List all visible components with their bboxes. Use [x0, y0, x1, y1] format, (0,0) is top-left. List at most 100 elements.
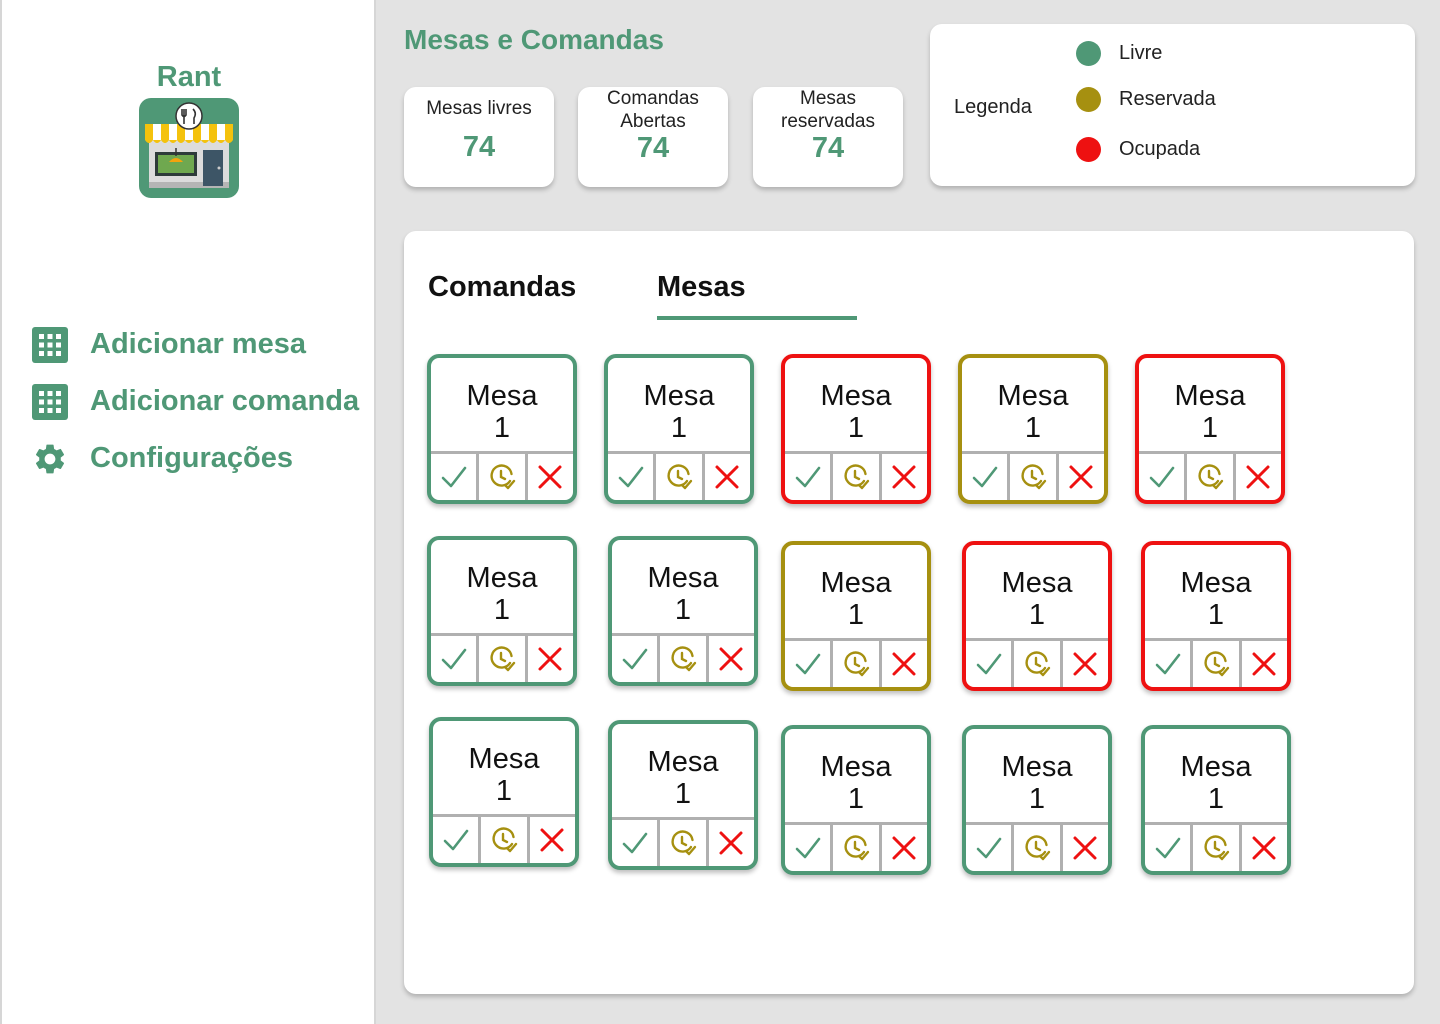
- mesa-actions: [785, 451, 927, 500]
- stat-label: Mesas: [800, 88, 856, 109]
- legend-label: Livre: [1119, 42, 1163, 64]
- mesa-livre-button[interactable]: [431, 454, 480, 500]
- mesa-card[interactable]: Mesa 1: [1141, 725, 1291, 875]
- mesa-ocupar-button[interactable]: [1059, 454, 1104, 500]
- mesa-ocupar-button[interactable]: [1063, 825, 1108, 871]
- mesa-card[interactable]: Mesa 1: [781, 354, 931, 504]
- mesa-livre-button[interactable]: [1139, 454, 1188, 500]
- mesa-ocupar-button[interactable]: [709, 636, 754, 682]
- mesa-ocupar-button[interactable]: [528, 636, 573, 682]
- mesa-card[interactable]: Mesa 1: [427, 536, 577, 686]
- mesa-livre-button[interactable]: [785, 641, 834, 687]
- tab-comandas[interactable]: Comandas: [428, 271, 576, 304]
- clock-icon: [842, 463, 870, 491]
- close-icon: [1072, 651, 1098, 677]
- mesa-actions: [785, 822, 927, 871]
- grid-icon: [32, 383, 68, 420]
- mesa-actions: [785, 638, 927, 687]
- mesa-reservar-button[interactable]: [660, 636, 709, 682]
- mesa-reservar-button[interactable]: [1010, 454, 1059, 500]
- grid-icon: [32, 326, 68, 363]
- mesa-ocupar-button[interactable]: [1236, 454, 1281, 500]
- mesa-ocupar-button[interactable]: [882, 641, 927, 687]
- sidebar-nav: Adicionar mesa Adicionar comanda Configu…: [32, 316, 359, 487]
- mesa-card[interactable]: Mesa 1: [962, 725, 1112, 875]
- mesa-reservar-button[interactable]: [833, 454, 882, 500]
- brand-name: Rant: [156, 61, 222, 93]
- mesa-label: Mesa: [466, 562, 538, 594]
- mesa-actions: [612, 633, 754, 682]
- check-icon: [971, 464, 999, 490]
- mesa-reservar-button[interactable]: [481, 817, 530, 863]
- tab-mesas[interactable]: Mesas: [657, 271, 746, 304]
- mesa-card[interactable]: Mesa 1: [962, 541, 1112, 691]
- mesa-reservar-button[interactable]: [660, 820, 709, 866]
- mesa-ocupar-button[interactable]: [1242, 825, 1287, 871]
- stat-value: 74: [636, 132, 670, 164]
- mesa-card[interactable]: Mesa 1: [781, 541, 931, 691]
- mesa-card[interactable]: Mesa 1: [1141, 541, 1291, 691]
- mesa-ocupar-button[interactable]: [709, 820, 754, 866]
- legend-label: Reservada: [1119, 88, 1216, 110]
- mesa-livre-button[interactable]: [966, 641, 1015, 687]
- mesa-name: Mesa 1: [431, 540, 573, 626]
- sidebar-item-adicionar-mesa[interactable]: Adicionar mesa: [32, 316, 359, 373]
- clock-icon: [488, 463, 516, 491]
- mesa-number: 1: [670, 412, 688, 444]
- mesa-reservar-button[interactable]: [479, 636, 528, 682]
- check-icon: [621, 646, 649, 672]
- mesa-livre-button[interactable]: [608, 454, 657, 500]
- gear-icon: [32, 441, 68, 477]
- mesa-reservar-button[interactable]: [833, 825, 882, 871]
- mesa-card[interactable]: Mesa 1: [1135, 354, 1285, 504]
- mesa-ocupar-button[interactable]: [882, 825, 927, 871]
- mesa-reservar-button[interactable]: [1187, 454, 1236, 500]
- clock-icon: [1019, 463, 1047, 491]
- stat-card-mesas-reservadas: Mesas reservadas 74: [753, 87, 903, 187]
- mesa-livre-button[interactable]: [431, 636, 480, 682]
- mesa-number: 1: [1024, 412, 1042, 444]
- sidebar-item-configuracoes[interactable]: Configurações: [32, 430, 359, 487]
- mesa-livre-button[interactable]: [433, 817, 482, 863]
- mesa-reservar-button[interactable]: [1193, 641, 1242, 687]
- mesa-livre-button[interactable]: [612, 820, 661, 866]
- mesa-ocupar-button[interactable]: [1063, 641, 1108, 687]
- clock-icon: [842, 834, 870, 862]
- sidebar-item-adicionar-comanda[interactable]: Adicionar comanda: [32, 373, 359, 430]
- mesa-livre-button[interactable]: [785, 454, 834, 500]
- mesa-card[interactable]: Mesa 1: [427, 354, 577, 504]
- clock-icon: [669, 829, 697, 857]
- mesa-ocupar-button[interactable]: [530, 817, 575, 863]
- mesa-reservar-button[interactable]: [833, 641, 882, 687]
- mesa-ocupar-button[interactable]: [882, 454, 927, 500]
- stat-value: 74: [811, 132, 845, 164]
- mesa-number: 1: [1028, 599, 1046, 631]
- status-dot-icon: [1076, 137, 1101, 162]
- mesa-livre-button[interactable]: [785, 825, 834, 871]
- sidebar-item-label: Adicionar comanda: [90, 385, 360, 417]
- mesa-ocupar-button[interactable]: [528, 454, 573, 500]
- mesa-livre-button[interactable]: [612, 636, 661, 682]
- mesa-card[interactable]: Mesa 1: [608, 720, 758, 870]
- mesa-livre-button[interactable]: [962, 454, 1011, 500]
- mesa-ocupar-button[interactable]: [705, 454, 750, 500]
- mesa-card[interactable]: Mesa 1: [604, 354, 754, 504]
- mesa-livre-button[interactable]: [966, 825, 1015, 871]
- mesa-card[interactable]: Mesa 1: [429, 717, 579, 867]
- mesa-reservar-button[interactable]: [1193, 825, 1242, 871]
- mesa-livre-button[interactable]: [1145, 641, 1194, 687]
- close-icon: [537, 464, 563, 490]
- check-icon: [794, 651, 822, 677]
- mesa-ocupar-button[interactable]: [1242, 641, 1287, 687]
- clock-icon: [490, 826, 518, 854]
- mesa-reservar-button[interactable]: [479, 454, 528, 500]
- mesa-label: Mesa: [820, 380, 892, 412]
- mesa-card[interactable]: Mesa 1: [781, 725, 931, 875]
- mesa-reservar-button[interactable]: [656, 454, 705, 500]
- stat-label-line2: reservadas: [781, 111, 875, 132]
- mesa-reservar-button[interactable]: [1014, 641, 1063, 687]
- mesa-reservar-button[interactable]: [1014, 825, 1063, 871]
- mesa-card[interactable]: Mesa 1: [958, 354, 1108, 504]
- mesa-card[interactable]: Mesa 1: [608, 536, 758, 686]
- mesa-livre-button[interactable]: [1145, 825, 1194, 871]
